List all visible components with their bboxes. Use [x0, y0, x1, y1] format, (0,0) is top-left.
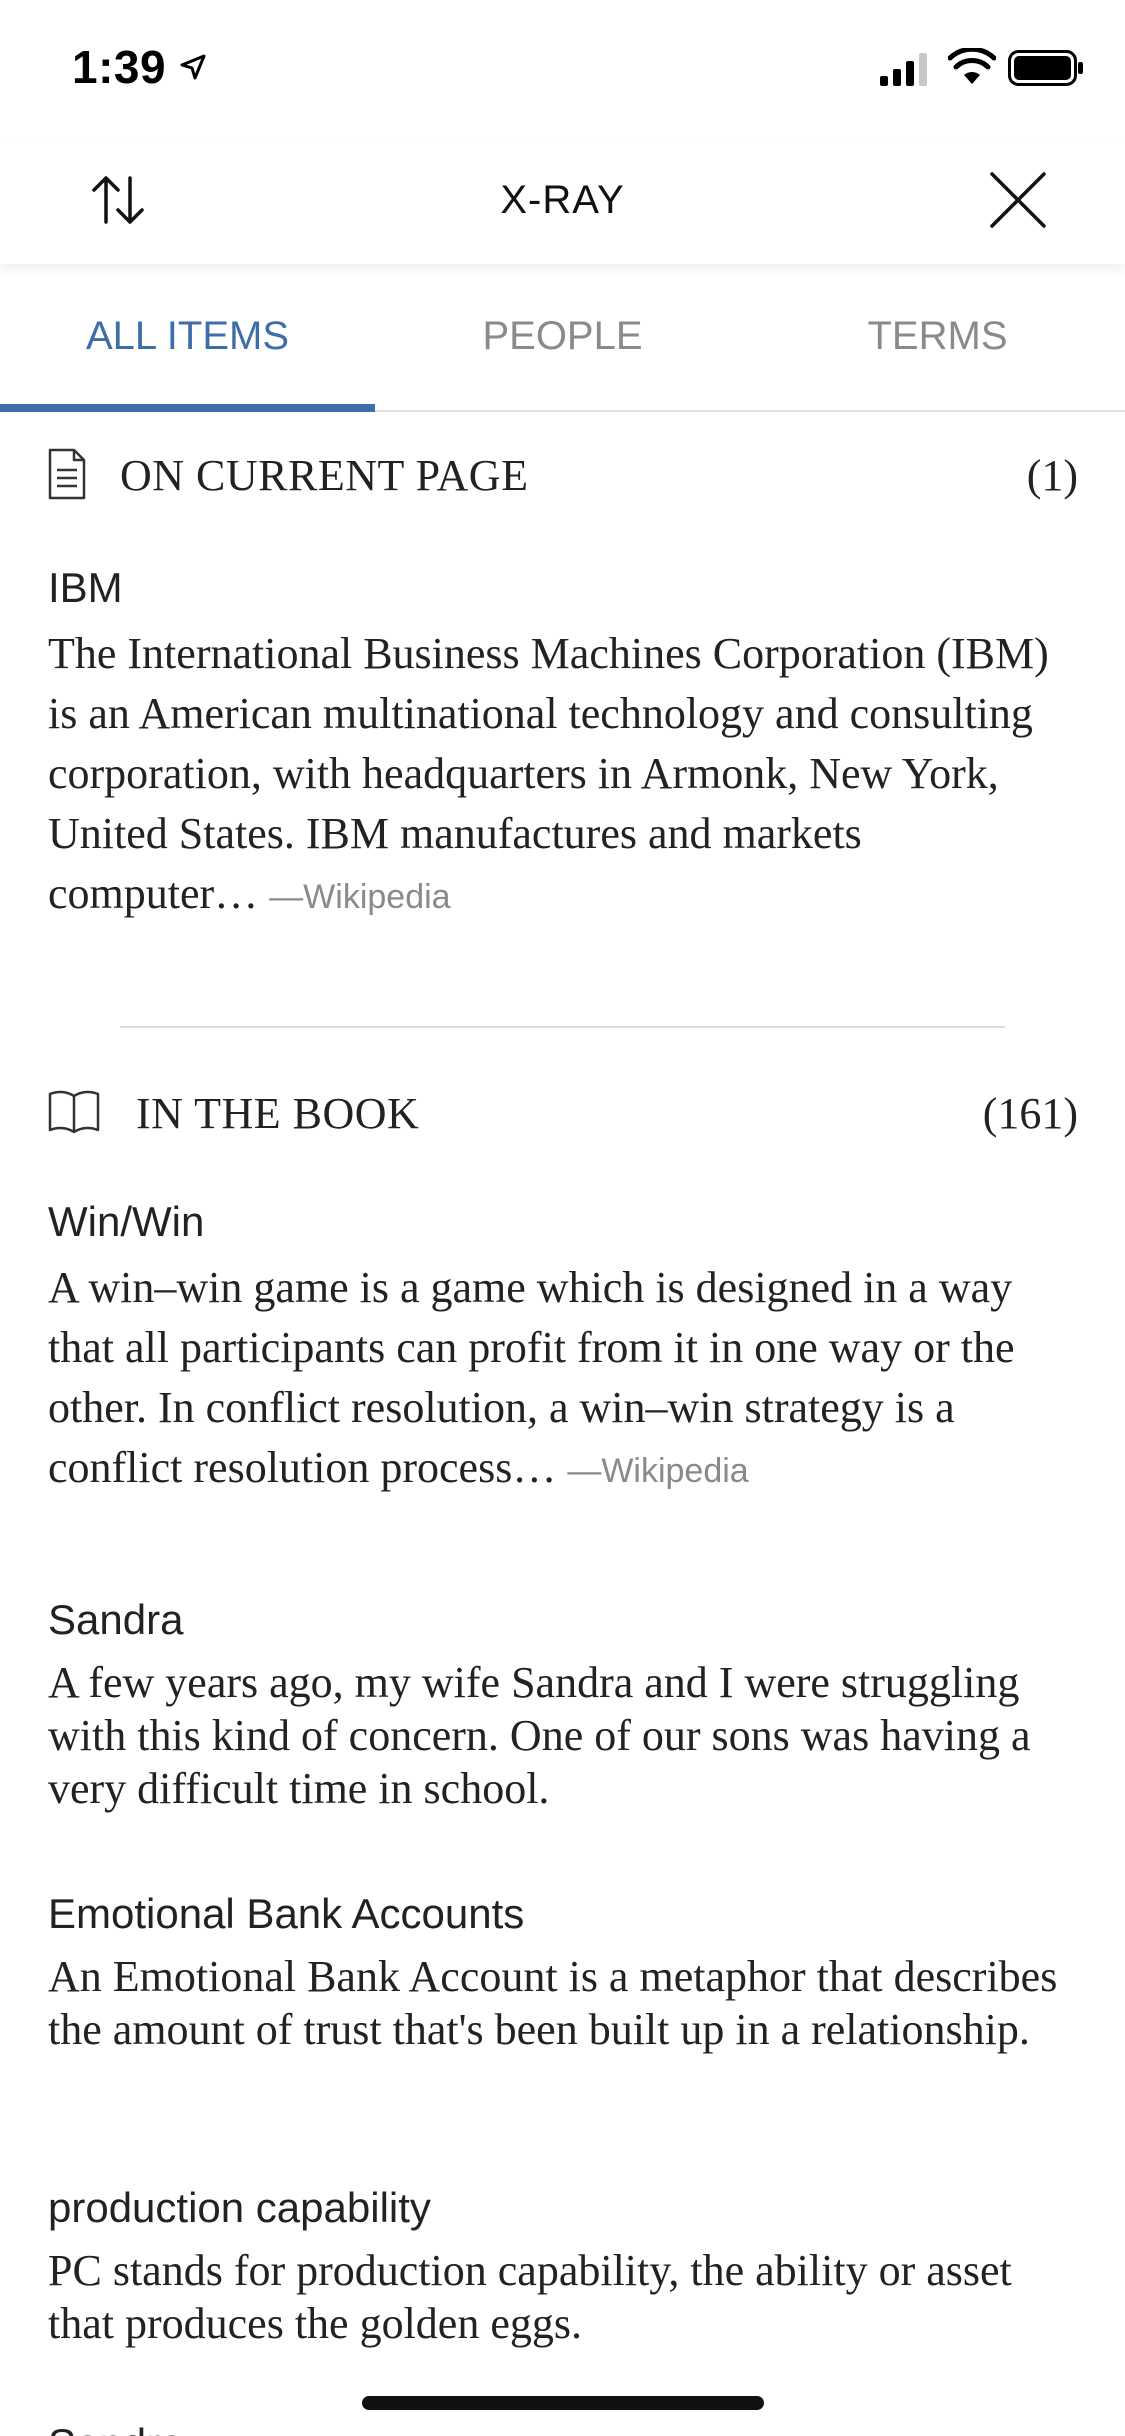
wifi-icon	[948, 48, 996, 84]
item-title: production capability	[48, 2184, 431, 2231]
battery-icon	[1008, 50, 1083, 86]
section-title-in-the-book: IN THE BOOK	[136, 1089, 420, 1138]
section-header-in-the-book: IN THE BOOK (161)	[48, 1082, 1078, 1142]
xray-item-cut-off[interactable]: Sandra	[48, 2420, 183, 2436]
section-count-current-page: (1)	[1026, 451, 1078, 500]
xray-item-sandra[interactable]: Sandra A few years ago, my wife Sandra a…	[48, 1592, 1078, 1815]
item-title: Win/Win	[48, 1198, 205, 1245]
xray-header: X-RAY	[0, 140, 1125, 264]
tab-all-items[interactable]: ALL ITEMS	[0, 314, 375, 359]
status-time: 1:39	[72, 41, 167, 93]
cellular-signal-icon	[880, 53, 927, 86]
page-icon	[48, 448, 86, 500]
xray-item-emotional-bank-accounts[interactable]: Emotional Bank Accounts An Emotional Ban…	[48, 1886, 1078, 2056]
item-title: Emotional Bank Accounts	[48, 1890, 525, 1937]
tab-bar: ALL ITEMS PEOPLE TERMS	[0, 264, 1125, 412]
section-divider	[120, 1026, 1005, 1028]
page-title: X-RAY	[500, 178, 625, 222]
item-excerpt: PC stands for production capability, the…	[48, 2246, 1012, 2348]
item-description: The International Business Machines Corp…	[48, 629, 1049, 918]
item-description: A win–win game is a game which is design…	[48, 1263, 1015, 1492]
xray-item-ibm[interactable]: IBM The International Business Machines …	[48, 560, 1078, 927]
tab-people[interactable]: PEOPLE	[375, 314, 750, 359]
xray-item-win-win[interactable]: Win/Win A win–win game is a game which i…	[48, 1194, 1078, 1501]
book-icon	[48, 1090, 100, 1134]
active-tab-indicator	[0, 404, 375, 412]
location-arrow-icon	[180, 54, 206, 80]
status-bar: 1:39	[0, 0, 1125, 140]
item-excerpt: A few years ago, my wife Sandra and I we…	[48, 1658, 1031, 1813]
xray-item-production-capability[interactable]: production capability PC stands for prod…	[48, 2180, 1078, 2350]
wikipedia-source: —Wikipedia	[567, 1452, 749, 1490]
item-title: IBM	[48, 564, 123, 611]
tab-terms[interactable]: TERMS	[750, 314, 1125, 359]
close-icon[interactable]	[986, 168, 1050, 232]
home-indicator[interactable]	[362, 2396, 764, 2410]
section-header-current-page: ON CURRENT PAGE (1)	[48, 444, 1078, 504]
wikipedia-source: —Wikipedia	[269, 878, 451, 916]
section-title-current-page: ON CURRENT PAGE	[120, 451, 529, 500]
item-excerpt: An Emotional Bank Account is a metaphor …	[48, 1952, 1058, 2054]
item-title: Sandra	[48, 1596, 184, 1643]
section-count-in-the-book: (161)	[982, 1089, 1078, 1138]
